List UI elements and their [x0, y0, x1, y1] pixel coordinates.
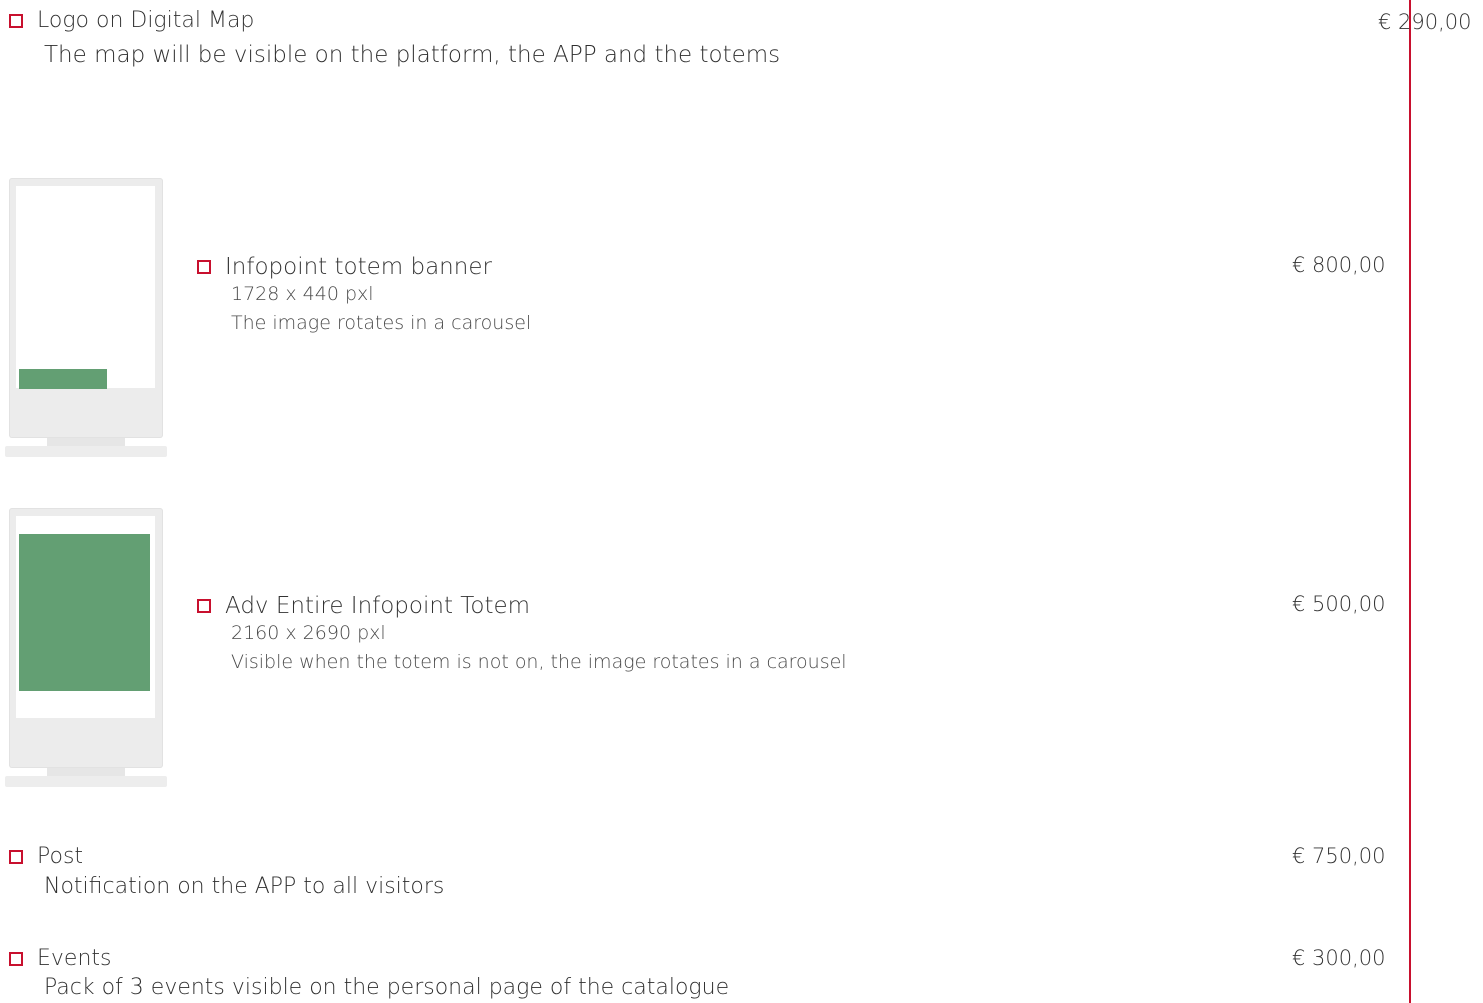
- option-description: The map will be visible on the platform,…: [44, 42, 781, 68]
- totem-neck: [47, 768, 125, 776]
- checkbox[interactable]: [197, 260, 211, 274]
- option-price: € 300,00: [1292, 946, 1386, 970]
- full-screen-area-highlight: [19, 534, 150, 691]
- totem-screen: [16, 186, 155, 388]
- totem-base: [5, 446, 167, 457]
- totem-base: [5, 776, 167, 787]
- option-price: € 800,00: [1292, 253, 1386, 277]
- option-description: Visible when the totem is not on, the im…: [231, 651, 847, 673]
- checkbox[interactable]: [9, 13, 23, 28]
- option-price: € 500,00: [1292, 592, 1386, 616]
- vertical-accent-line: [1409, 0, 1411, 1003]
- option-post[interactable]: Post: [9, 844, 83, 869]
- option-description: Notification on the APP to all visitors: [44, 874, 445, 899]
- option-logo-on-digital-map[interactable]: Logo on Digital Map: [9, 8, 254, 33]
- option-title: Logo on Digital Map: [37, 8, 255, 33]
- option-description: The image rotates in a carousel: [231, 312, 532, 334]
- option-infopoint-totem-banner[interactable]: Infopoint totem banner: [197, 254, 492, 280]
- totem-neck: [47, 438, 125, 446]
- option-title: Infopoint totem banner: [225, 254, 492, 280]
- option-price: € 290,00: [1378, 10, 1472, 34]
- checkbox[interactable]: [9, 951, 23, 966]
- checkbox[interactable]: [9, 849, 23, 864]
- option-size: 1728 x 440 pxl: [231, 283, 374, 305]
- option-title: Events: [37, 946, 112, 971]
- option-size: 2160 x 2690 pxl: [231, 622, 386, 644]
- option-title: Adv Entire Infopoint Totem: [225, 593, 531, 619]
- option-adv-entire-infopoint-totem[interactable]: Adv Entire Infopoint Totem: [197, 593, 530, 619]
- checkbox[interactable]: [197, 599, 211, 613]
- option-price: € 750,00: [1292, 844, 1386, 868]
- option-description: Pack of 3 events visible on the personal…: [44, 975, 730, 1000]
- option-events[interactable]: Events: [9, 946, 112, 971]
- option-title: Post: [37, 844, 84, 869]
- banner-area-highlight: [19, 369, 107, 389]
